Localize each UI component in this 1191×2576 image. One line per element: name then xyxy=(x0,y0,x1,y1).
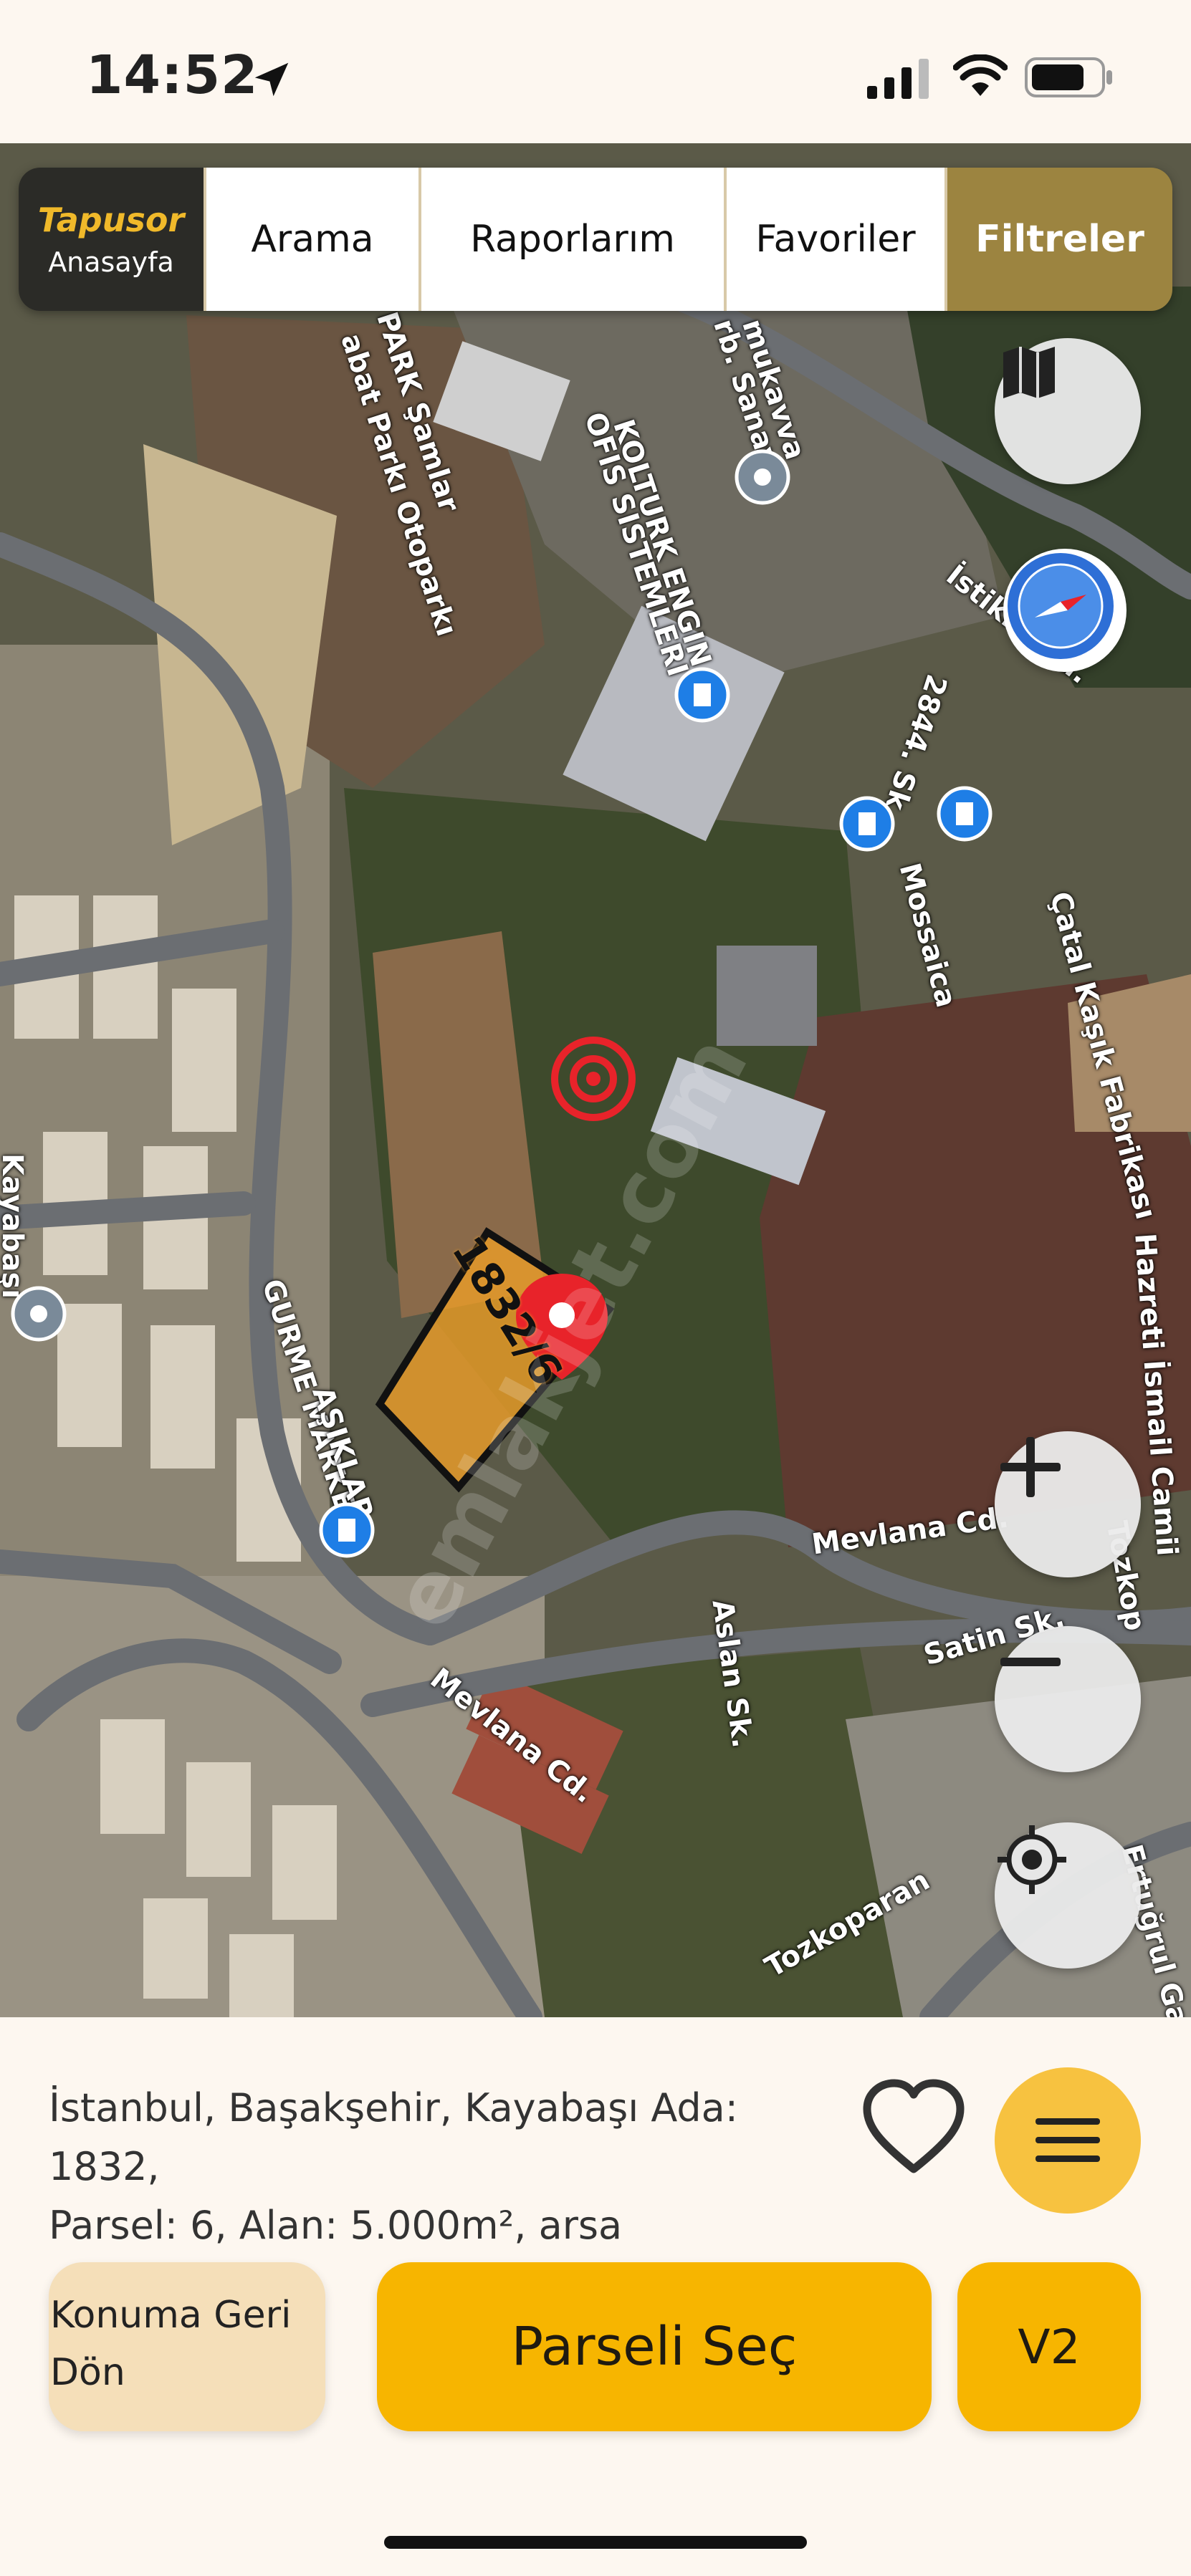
menu-button[interactable] xyxy=(995,2067,1141,2214)
locate-icon xyxy=(998,1825,1066,1894)
poi-marker-icon[interactable] xyxy=(10,1285,67,1342)
brand-logo: Tapusor xyxy=(37,201,185,239)
poi-marker-icon[interactable] xyxy=(936,785,993,842)
poi-marker-icon[interactable] xyxy=(838,795,896,852)
top-navigation: Tapusor Anasayfa Arama Raporlarım Favori… xyxy=(19,168,1172,311)
tab-favorites[interactable]: Favoriler xyxy=(724,168,944,311)
zoom-in-button[interactable] xyxy=(995,1431,1141,1577)
poi-marker-icon[interactable] xyxy=(318,1501,376,1559)
home-button[interactable]: Tapusor Anasayfa xyxy=(19,168,204,311)
location-arrow-icon xyxy=(254,62,289,97)
v2-button[interactable]: V2 xyxy=(957,2262,1141,2431)
return-label-line-1: Konuma Geri xyxy=(50,2294,292,2337)
address-line-2: Parsel: 6, Alan: 5.000m², arsa xyxy=(49,2203,623,2248)
compass-icon xyxy=(1008,553,1114,659)
parcel-address: İstanbul, Başakşehir, Kayabaşı Ada: 1832… xyxy=(49,2079,837,2255)
status-bar: 14:52 xyxy=(0,0,1191,143)
poi-marker-icon[interactable] xyxy=(674,666,731,724)
map-label: Kayabaşı xyxy=(0,1153,29,1299)
wifi-icon xyxy=(953,54,1008,96)
map-view[interactable]: 1832/6 emlakjet.com PARK Şamlar abat Par… xyxy=(0,143,1191,2017)
zoom-out-button[interactable] xyxy=(995,1626,1141,1772)
address-line-1: İstanbul, Başakşehir, Kayabaşı Ada: 1832… xyxy=(49,2085,738,2189)
map-layers-icon xyxy=(1003,347,1055,398)
home-indicator[interactable] xyxy=(384,2536,807,2549)
tab-search[interactable]: Arama xyxy=(204,168,418,311)
home-label: Anasayfa xyxy=(48,246,174,278)
compass-button[interactable] xyxy=(1003,549,1127,672)
return-to-location-button[interactable]: Konuma Geri Dön xyxy=(49,2262,325,2431)
plus-icon xyxy=(1000,1437,1061,1497)
cellular-signal-icon xyxy=(867,59,929,99)
minus-icon xyxy=(1000,1658,1061,1666)
hamburger-menu-icon xyxy=(1035,2118,1100,2162)
return-label-line-2: Dön xyxy=(50,2351,125,2394)
select-parcel-button[interactable]: Parseli Seç xyxy=(377,2262,932,2431)
favorite-heart-icon[interactable] xyxy=(860,2077,967,2178)
tab-reports[interactable]: Raporlarım xyxy=(418,168,724,311)
tab-filters[interactable]: Filtreler xyxy=(944,168,1172,311)
battery-icon xyxy=(1025,57,1112,97)
poi-marker-icon[interactable] xyxy=(734,448,791,506)
map-layers-button[interactable] xyxy=(995,338,1141,484)
locate-me-button[interactable] xyxy=(995,1822,1141,1969)
status-time: 14:52 xyxy=(86,44,259,106)
